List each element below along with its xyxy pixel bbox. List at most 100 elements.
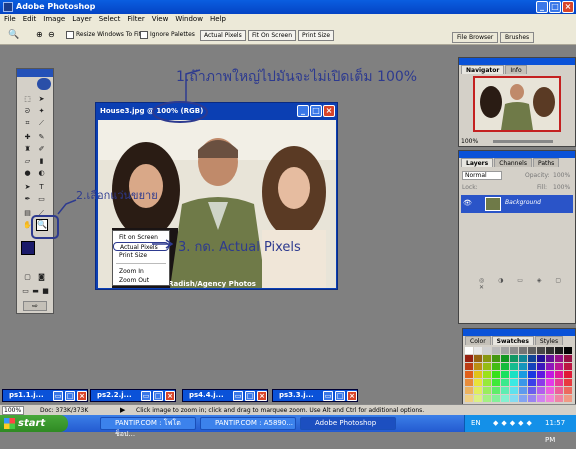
color-swatch[interactable] — [519, 395, 527, 402]
color-swatch[interactable] — [510, 371, 518, 378]
color-swatch[interactable] — [519, 387, 527, 394]
color-swatch[interactable] — [465, 379, 473, 386]
color-swatch[interactable] — [465, 371, 473, 378]
color-swatch[interactable] — [483, 395, 491, 402]
color-swatch[interactable] — [555, 355, 563, 362]
color-swatch[interactable] — [510, 395, 518, 402]
navigator-zoom-value[interactable]: 100% — [461, 138, 478, 145]
color-swatch[interactable] — [528, 395, 536, 402]
color-swatch[interactable] — [510, 347, 518, 354]
color-swatch[interactable] — [564, 363, 572, 370]
color-swatch[interactable] — [501, 347, 509, 354]
color-swatch[interactable] — [483, 379, 491, 386]
color-swatch[interactable] — [528, 371, 536, 378]
color-swatch[interactable] — [564, 395, 572, 402]
color-swatch[interactable] — [528, 379, 536, 386]
navigator-thumbnail[interactable] — [473, 76, 561, 132]
color-swatch[interactable] — [492, 395, 500, 402]
color-swatch[interactable] — [492, 379, 500, 386]
minimized-doc-2[interactable]: ps2.2.j... ▭ □ × — [90, 389, 176, 402]
color-swatch[interactable] — [564, 379, 572, 386]
tab-info[interactable]: Info — [505, 65, 527, 74]
color-swatch[interactable] — [501, 387, 509, 394]
start-button[interactable]: start — [0, 415, 68, 432]
color-swatch[interactable] — [492, 347, 500, 354]
color-swatch[interactable] — [510, 355, 518, 362]
color-swatch[interactable] — [564, 387, 572, 394]
color-swatch[interactable] — [555, 371, 563, 378]
color-swatch[interactable] — [510, 379, 518, 386]
visibility-eye-icon[interactable]: 👁 — [463, 199, 472, 207]
color-swatch[interactable] — [528, 387, 536, 394]
color-swatch[interactable] — [465, 395, 473, 402]
color-swatch[interactable] — [528, 363, 536, 370]
color-swatch[interactable] — [537, 355, 545, 362]
color-swatch[interactable] — [465, 387, 473, 394]
color-swatch[interactable] — [519, 363, 527, 370]
color-swatch[interactable] — [501, 363, 509, 370]
color-swatch[interactable] — [465, 347, 473, 354]
color-swatch[interactable] — [528, 355, 536, 362]
color-swatch[interactable] — [492, 355, 500, 362]
color-swatch[interactable] — [483, 347, 491, 354]
taskbar-item-pantip-1[interactable]: PANTIP.COM : โฟโตช็อป... — [100, 417, 196, 438]
tab-layers[interactable]: Layers — [461, 158, 494, 167]
color-swatch[interactable] — [483, 387, 491, 394]
color-swatch[interactable] — [474, 355, 482, 362]
color-swatch[interactable] — [474, 395, 482, 402]
color-swatch[interactable] — [537, 387, 545, 394]
color-swatch[interactable] — [546, 371, 554, 378]
color-swatch[interactable] — [537, 363, 545, 370]
color-swatch[interactable] — [555, 347, 563, 354]
color-swatch[interactable] — [564, 371, 572, 378]
color-swatch[interactable] — [492, 387, 500, 394]
color-swatch[interactable] — [474, 347, 482, 354]
layer-row-background[interactable]: 👁 Background — [461, 195, 573, 213]
tray-icons[interactable]: ◆◆◆◆◆ — [493, 415, 535, 432]
color-swatch[interactable] — [564, 347, 572, 354]
color-swatch[interactable] — [519, 347, 527, 354]
color-swatch[interactable] — [483, 371, 491, 378]
color-swatch[interactable] — [519, 379, 527, 386]
color-swatch[interactable] — [537, 379, 545, 386]
status-zoom-field[interactable]: 100% — [2, 406, 24, 415]
color-swatch[interactable] — [492, 371, 500, 378]
color-swatch[interactable] — [492, 363, 500, 370]
tab-paths[interactable]: Paths — [532, 158, 560, 167]
color-swatch[interactable] — [474, 371, 482, 378]
color-swatch[interactable] — [501, 379, 509, 386]
color-swatch[interactable] — [546, 363, 554, 370]
color-swatch[interactable] — [555, 379, 563, 386]
color-swatch[interactable] — [474, 379, 482, 386]
blend-mode-select[interactable]: Normal — [462, 171, 502, 180]
color-swatch[interactable] — [546, 355, 554, 362]
opacity-value[interactable]: 100% — [553, 172, 570, 179]
color-swatch[interactable] — [465, 363, 473, 370]
color-swatch[interactable] — [546, 395, 554, 402]
fill-value[interactable]: 100% — [553, 184, 570, 191]
color-swatch[interactable] — [546, 347, 554, 354]
color-swatch[interactable] — [483, 355, 491, 362]
color-swatch[interactable] — [537, 371, 545, 378]
color-swatch[interactable] — [537, 395, 545, 402]
tab-navigator[interactable]: Navigator — [461, 65, 505, 74]
tab-swatches[interactable]: Swatches — [491, 336, 534, 345]
color-swatch[interactable] — [474, 363, 482, 370]
color-swatch[interactable] — [519, 371, 527, 378]
minimized-doc-4[interactable]: ps3.3.j... ▭ □ × — [272, 389, 358, 402]
color-swatch[interactable] — [555, 387, 563, 394]
navigator-zoom-slider[interactable] — [493, 140, 553, 143]
tab-styles[interactable]: Styles — [534, 336, 564, 345]
color-swatch[interactable] — [555, 363, 563, 370]
minimized-doc-3[interactable]: ps4.4.j... ▭ □ × — [182, 389, 268, 402]
color-swatch[interactable] — [510, 387, 518, 394]
color-swatch[interactable] — [546, 387, 554, 394]
color-swatch[interactable] — [519, 355, 527, 362]
tab-channels[interactable]: Channels — [494, 158, 532, 167]
tab-color[interactable]: Color — [465, 336, 491, 345]
color-swatch[interactable] — [546, 379, 554, 386]
color-swatch[interactable] — [528, 347, 536, 354]
swatch-grid[interactable] — [465, 347, 575, 407]
color-swatch[interactable] — [501, 371, 509, 378]
color-swatch[interactable] — [465, 355, 473, 362]
